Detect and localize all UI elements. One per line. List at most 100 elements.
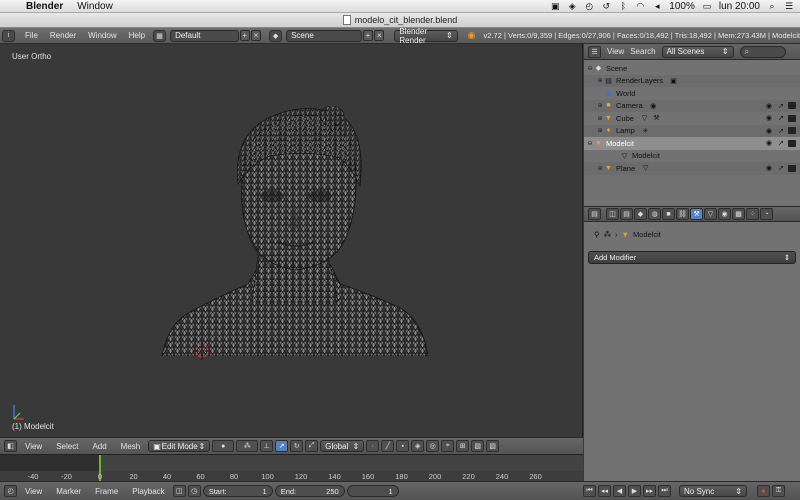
clock[interactable]: lun 20:00: [719, 1, 760, 12]
properties-panel[interactable]: ⚲ ⁂ › ▼ Modelcit Add Modifier ⇕: [584, 222, 800, 481]
add-screen-button[interactable]: +: [239, 30, 250, 41]
menu-view[interactable]: View: [25, 442, 42, 451]
vertex-select-icon[interactable]: ·: [366, 440, 380, 452]
history-icon[interactable]: ↺: [601, 2, 611, 11]
outliner-row-world[interactable]: ◍ World: [584, 87, 800, 100]
render-tab-icon[interactable]: ◫: [606, 208, 619, 220]
volume-icon[interactable]: ◂: [652, 2, 662, 11]
battery-icon[interactable]: ▭: [702, 2, 712, 11]
menu-add[interactable]: Add: [92, 442, 106, 451]
outliner[interactable]: ⊖ ◆ Scene ⊕ ▤ RenderLayers ▣ ◍ World ⊕ ■…: [584, 60, 800, 206]
data-tab-icon[interactable]: ▽: [704, 208, 717, 220]
outliner-row-camera[interactable]: ⊕ ■ Camera ◉ ◉ ➚: [584, 99, 800, 112]
outliner-search-input[interactable]: ⌕: [739, 45, 786, 58]
render-engine-dropdown[interactable]: Blender Render ⇕: [394, 27, 458, 45]
menu-select[interactable]: Select: [56, 442, 78, 451]
visibility-eye-icon[interactable]: ◉: [766, 114, 772, 122]
sync-dropdown[interactable]: No Sync ⇕: [679, 485, 747, 497]
end-frame-field[interactable]: End: 250: [274, 485, 345, 497]
play-reverse-icon[interactable]: ◀: [613, 485, 626, 497]
visibility-eye-icon[interactable]: ◉: [766, 139, 772, 147]
face-select-icon[interactable]: ▪: [396, 440, 410, 452]
texture-tab-icon[interactable]: ▩: [732, 208, 745, 220]
selectable-arrow-icon[interactable]: ➚: [778, 127, 784, 135]
menu-mesh[interactable]: Mesh: [121, 442, 141, 451]
render-layers-tab-icon[interactable]: ▤: [620, 208, 633, 220]
jump-start-icon[interactable]: ⏮: [583, 485, 596, 497]
menu-frame[interactable]: Frame: [95, 487, 118, 496]
wireframe-mesh-bust[interactable]: [160, 106, 430, 356]
remove-screen-button[interactable]: ×: [250, 30, 262, 41]
material-tab-icon[interactable]: ◉: [718, 208, 731, 220]
editor-type-3d-icon[interactable]: ◧: [4, 440, 17, 452]
prev-keyframe-icon[interactable]: ◂◂: [598, 485, 611, 497]
menu-help[interactable]: Help: [129, 31, 145, 40]
collapse-icon[interactable]: ⊖: [586, 65, 594, 72]
visibility-eye-icon[interactable]: ◉: [766, 102, 772, 110]
next-keyframe-icon[interactable]: ▸▸: [643, 485, 656, 497]
world-tab-icon[interactable]: ◍: [648, 208, 661, 220]
render-camera-icon[interactable]: [788, 164, 796, 172]
pin-icon[interactable]: ⚲: [594, 230, 600, 239]
add-scene-button[interactable]: +: [362, 30, 374, 41]
keying-set-icon[interactable]: ⚿: [772, 485, 785, 497]
menu-window[interactable]: Window: [88, 31, 116, 40]
battery-percent[interactable]: 100%: [669, 1, 695, 12]
render-camera-icon[interactable]: [788, 127, 796, 135]
expand-icon[interactable]: ⊕: [596, 127, 604, 134]
display-mode-dropdown[interactable]: All Scenes ⇕: [661, 45, 734, 58]
notification-center-icon[interactable]: ☰: [784, 2, 794, 11]
outliner-row-modelcit-mesh[interactable]: ▽ Modelcit: [584, 150, 800, 163]
current-frame-field[interactable]: 1: [346, 485, 399, 497]
mode-dropdown[interactable]: ▣ Edit Mode ⇕: [148, 440, 211, 452]
outliner-row-lamp[interactable]: ⊕ ♦ Lamp ✳ ◉ ➚: [584, 124, 800, 137]
render-camera-icon[interactable]: [788, 102, 796, 110]
editor-type-properties-icon[interactable]: ▤: [588, 208, 601, 220]
constraints-tab-icon[interactable]: ⛓: [676, 208, 689, 220]
orientation-dropdown[interactable]: Global ⇕: [320, 440, 365, 452]
particles-tab-icon[interactable]: ⁘: [746, 208, 759, 220]
scene-icon[interactable]: ◆: [269, 29, 283, 42]
remove-scene-button[interactable]: ×: [374, 30, 385, 41]
snap-icon[interactable]: ⌖: [441, 440, 455, 452]
translate-manipulator-icon[interactable]: ↗: [275, 440, 289, 452]
expand-icon[interactable]: ⊕: [596, 115, 604, 122]
render-camera-icon[interactable]: [788, 139, 796, 147]
selectable-arrow-icon[interactable]: ➚: [778, 139, 784, 147]
menu-window[interactable]: Window: [77, 1, 113, 12]
rotate-manipulator-icon[interactable]: ↻: [290, 440, 304, 452]
scene-field[interactable]: Scene: [286, 29, 362, 42]
visibility-eye-icon[interactable]: ◉: [766, 127, 772, 135]
menu-search[interactable]: Search: [630, 47, 655, 56]
occlude-geometry-icon[interactable]: ◈: [411, 440, 425, 452]
time-icon[interactable]: ◷: [187, 485, 201, 497]
outliner-row-renderlayers[interactable]: ⊕ ▤ RenderLayers ▣: [584, 74, 800, 87]
edge-select-icon[interactable]: ╱: [381, 440, 395, 452]
outliner-row-cube[interactable]: ⊕ ▼ Cube ▽ ⚒ ◉ ➚: [584, 112, 800, 125]
editor-type-info-icon[interactable]: i: [2, 29, 16, 42]
editor-type-outliner-icon[interactable]: ☰: [588, 45, 601, 58]
spotlight-search-icon[interactable]: ⌕: [767, 2, 777, 11]
preview-range-icon[interactable]: ◫: [172, 485, 186, 497]
add-modifier-dropdown[interactable]: Add Modifier ⇕: [588, 251, 796, 264]
expand-icon[interactable]: ⊕: [596, 102, 604, 109]
wifi-icon[interactable]: ◠: [635, 2, 645, 11]
visibility-eye-icon[interactable]: ◉: [766, 164, 772, 172]
dropbox-icon[interactable]: ◈: [567, 2, 577, 11]
physics-tab-icon[interactable]: ◔: [760, 208, 773, 220]
scale-manipulator-icon[interactable]: ⤢: [305, 440, 319, 452]
selectable-arrow-icon[interactable]: ➚: [778, 114, 784, 122]
selectable-arrow-icon[interactable]: ➚: [778, 164, 784, 172]
bluetooth-icon[interactable]: ᛒ: [618, 2, 628, 11]
manipulator-toggle-icon[interactable]: ⊥: [260, 440, 274, 452]
viewport-shading-icon[interactable]: ●: [212, 440, 235, 452]
opengl-render-icon[interactable]: ▧: [471, 440, 485, 452]
expand-icon[interactable]: ⊕: [596, 77, 604, 84]
proportional-edit-icon[interactable]: ◎: [426, 440, 440, 452]
expand-icon[interactable]: ⊕: [596, 165, 604, 172]
app-menu-blender[interactable]: Blender: [26, 1, 63, 12]
menu-playback[interactable]: Playback: [132, 487, 164, 496]
outliner-row-modelcit[interactable]: ⊖ ▼ Modelcit ◉ ➚: [584, 137, 800, 150]
menu-render[interactable]: Render: [50, 31, 76, 40]
timeline[interactable]: -40 -20 0 20 40 60 80 100 120 140 160 180 200 220 240 2…: [0, 454, 583, 482]
